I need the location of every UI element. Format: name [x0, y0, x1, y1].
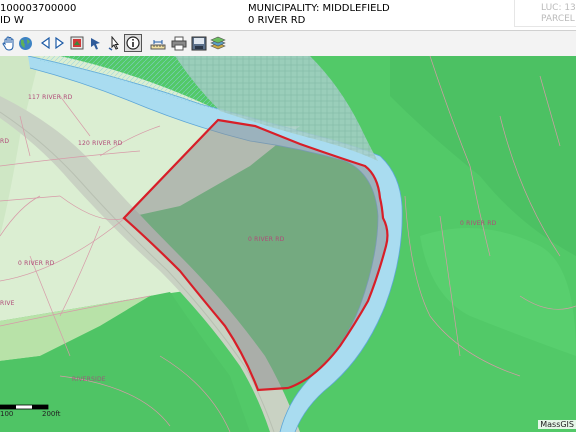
- parcel-label: 117 RIVER RD: [28, 94, 73, 101]
- side-panel: LUC: 13 PARCEL: [514, 0, 576, 27]
- select-arrow-icon[interactable]: [86, 34, 104, 52]
- parcel-label: RIVE: [0, 300, 15, 307]
- print-icon[interactable]: [170, 34, 188, 52]
- land-use-code: LUC: 13: [541, 3, 576, 13]
- scale-label-left: 100: [0, 410, 14, 418]
- save-map-icon[interactable]: [190, 34, 208, 52]
- map-viewport[interactable]: 117 RIVER RD 120 RIVER RD 0 RIVER RD 0 R…: [0, 56, 576, 432]
- parcel-label: RIVERSIDE: [72, 376, 106, 383]
- address: 0 RIVER RD: [248, 15, 306, 26]
- parcel-caption: PARCEL: [541, 14, 575, 24]
- parcel-id: 100003700000: [0, 3, 77, 14]
- globe-icon[interactable]: [16, 34, 34, 52]
- parcel-label: 0 RIVER RD: [248, 236, 285, 243]
- info-header: 100003700000 MUNICIPALITY: MIDDLEFIELD I…: [0, 0, 576, 31]
- parcel-label: 0 RIVER RD: [18, 260, 55, 267]
- select-pointer-icon[interactable]: [105, 34, 123, 52]
- map-attribution: MassGIS: [538, 420, 576, 429]
- next-extent-icon[interactable]: [51, 34, 69, 52]
- layers-icon[interactable]: [209, 34, 227, 52]
- parcel-label: 0 RIVER RD: [460, 220, 497, 227]
- map-toolbar: [0, 31, 576, 57]
- measure-icon[interactable]: [149, 34, 167, 52]
- municipality: MUNICIPALITY: MIDDLEFIELD: [248, 3, 390, 14]
- zoom-box-icon[interactable]: [68, 34, 86, 52]
- parcel-label: RD: [0, 138, 10, 145]
- row2-left: ID W: [0, 15, 24, 26]
- identify-info-icon[interactable]: [124, 34, 142, 52]
- parcel-label: 120 RIVER RD: [78, 140, 123, 147]
- scale-label-right: 200ft: [42, 410, 61, 418]
